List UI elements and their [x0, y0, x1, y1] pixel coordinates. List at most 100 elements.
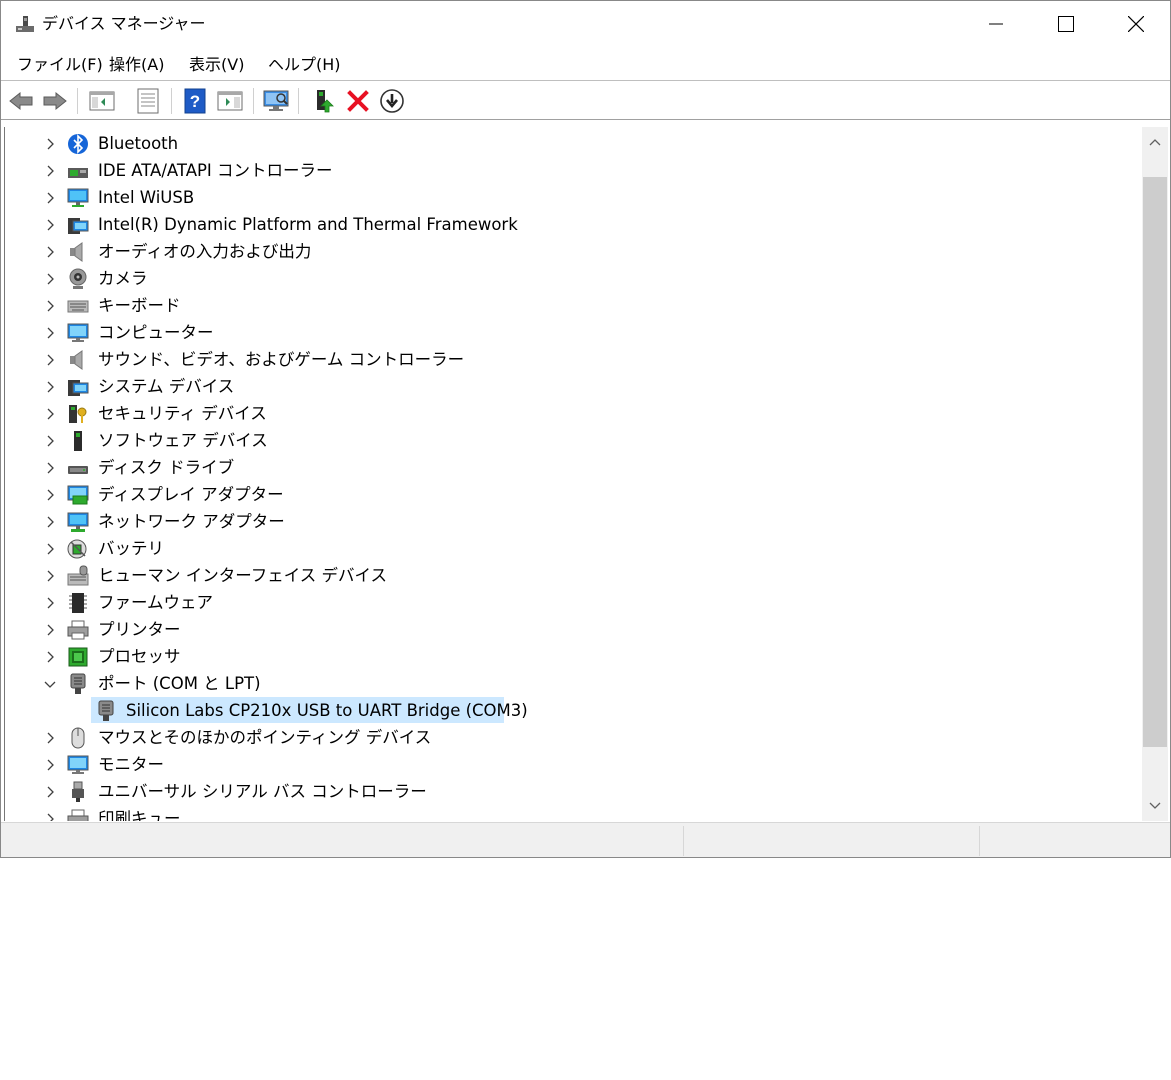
tree-item-label: ポート (COM と LPT) [98, 674, 261, 693]
speaker-icon [70, 242, 83, 262]
tree-category-item[interactable]: ポート (COM と LPT) [5, 670, 1144, 697]
back-button[interactable] [7, 87, 35, 115]
scan-hardware-icon [263, 90, 289, 111]
tree-category-item[interactable]: システム デバイス [5, 373, 1144, 400]
tree-category-item[interactable]: ヒューマン インターフェイス デバイス [5, 562, 1144, 589]
system-device-icon [68, 380, 89, 396]
tree-category-item[interactable]: モニター [5, 751, 1144, 778]
network-adapter-icon [67, 512, 89, 532]
tree-item-label: モニター [98, 755, 164, 774]
chevron-right-icon[interactable] [43, 569, 57, 583]
chevron-right-icon[interactable] [43, 650, 57, 664]
tree-category-item[interactable]: Intel(R) Dynamic Platform and Thermal Fr… [5, 211, 1144, 238]
show-action-pane-button[interactable] [216, 87, 244, 115]
security-key-icon [69, 405, 87, 423]
chevron-right-icon[interactable] [43, 785, 57, 799]
tree-category-item[interactable]: セキュリティ デバイス [5, 400, 1144, 427]
menu-action[interactable]: 操作(A) [109, 55, 164, 75]
chevron-right-icon[interactable] [43, 434, 57, 448]
maximize-icon [1058, 16, 1074, 32]
chevron-right-icon[interactable] [43, 218, 57, 232]
tree-category-item[interactable]: マウスとそのほかのポインティング デバイス [5, 724, 1144, 751]
tree-item-label: キーボード [98, 296, 181, 315]
tree-category-item[interactable]: オーディオの入力および出力 [5, 238, 1144, 265]
tree-category-item[interactable]: サウンド、ビデオ、およびゲーム コントローラー [5, 346, 1144, 373]
update-driver-icon [317, 90, 334, 113]
vertical-scrollbar[interactable] [1142, 127, 1168, 821]
status-bar [1, 822, 1170, 857]
chevron-right-icon[interactable] [43, 758, 57, 772]
chevron-right-icon[interactable] [43, 137, 57, 151]
chevron-right-icon[interactable] [43, 299, 57, 313]
chevron-right-icon[interactable] [43, 596, 57, 610]
tree-category-item[interactable]: ソフトウェア デバイス [5, 427, 1144, 454]
forward-button[interactable] [41, 87, 69, 115]
chevron-right-icon[interactable] [43, 407, 57, 421]
scroll-up-button[interactable] [1142, 127, 1168, 157]
maximize-button[interactable] [1031, 1, 1101, 47]
chevron-right-icon[interactable] [43, 353, 57, 367]
tree-item-label: カメラ [98, 269, 148, 288]
tree-category-item[interactable]: ファームウェア [5, 589, 1144, 616]
disable-device-button[interactable] [378, 87, 406, 115]
tree-category-item[interactable]: 印刷キュー [5, 805, 1144, 821]
minimize-button[interactable] [961, 1, 1031, 47]
tree-category-item[interactable]: プリンター [5, 616, 1144, 643]
tree-category-item[interactable]: ネットワーク アダプター [5, 508, 1144, 535]
device-manager-window: デバイス マネージャー ファイル(F) 操作(A) 表示(V) ヘルプ(H) ?… [0, 0, 1171, 858]
tree-category-item[interactable]: コンピューター [5, 319, 1144, 346]
tree-category-item[interactable]: カメラ [5, 265, 1144, 292]
uninstall-device-icon [347, 90, 369, 112]
chevron-right-icon[interactable] [43, 272, 57, 286]
chevron-right-icon[interactable] [43, 326, 57, 340]
menu-help[interactable]: ヘルプ(H) [268, 55, 341, 75]
tree-category-item[interactable]: ディスプレイ アダプター [5, 481, 1144, 508]
properties-button[interactable] [134, 87, 162, 115]
mouse-icon [71, 727, 85, 749]
tree-category-item[interactable]: Intel WiUSB [5, 184, 1144, 211]
update-driver-button[interactable] [309, 87, 337, 115]
status-pane [683, 826, 979, 856]
toolbar: ? [1, 82, 1170, 120]
chevron-right-icon[interactable] [43, 623, 57, 637]
tree-item-label: コンピューター [98, 323, 214, 342]
chevron-right-icon[interactable] [43, 164, 57, 178]
tree-category-item[interactable]: IDE ATA/ATAPI コントローラー [5, 157, 1144, 184]
tree-category-item[interactable]: キーボード [5, 292, 1144, 319]
tree-item-label: ディスク ドライブ [98, 458, 235, 477]
scroll-down-button[interactable] [1142, 791, 1168, 821]
show-hide-console-tree-button[interactable] [88, 87, 116, 115]
tree-category-item[interactable]: プロセッサ [5, 643, 1144, 670]
chevron-right-icon[interactable] [43, 515, 57, 529]
scroll-thumb[interactable] [1143, 177, 1167, 747]
menu-view[interactable]: 表示(V) [189, 55, 244, 75]
chevron-right-icon[interactable] [43, 542, 57, 556]
tree-category-item[interactable]: Bluetooth [5, 130, 1144, 157]
chevron-right-icon[interactable] [43, 461, 57, 475]
help-button[interactable]: ? [181, 87, 209, 115]
tree-item-label: プリンター [98, 620, 181, 639]
tree-item-label: マウスとそのほかのポインティング デバイス [98, 728, 432, 747]
chevron-right-icon[interactable] [43, 380, 57, 394]
tree-item-label: ヒューマン インターフェイス デバイス [98, 566, 388, 585]
chevron-right-icon[interactable] [43, 731, 57, 745]
tree-category-item[interactable]: バッテリ [5, 535, 1144, 562]
chevron-down-icon[interactable] [43, 677, 57, 691]
tree-child-item[interactable]: Silicon Labs CP210x USB to UART Bridge (… [5, 697, 1144, 724]
tree-item-label: Intel WiUSB [98, 188, 195, 207]
title-bar[interactable]: デバイス マネージャー [1, 1, 1170, 47]
chevron-right-icon[interactable] [43, 812, 57, 821]
close-button[interactable] [1101, 1, 1171, 47]
show-action-pane-icon [217, 91, 243, 111]
uninstall-device-button[interactable] [344, 87, 372, 115]
chevron-right-icon[interactable] [43, 191, 57, 205]
tree-item-label: ユニバーサル シリアル バス コントローラー [98, 782, 427, 801]
tree-category-item[interactable]: ユニバーサル シリアル バス コントローラー [5, 778, 1144, 805]
chevron-right-icon[interactable] [43, 488, 57, 502]
chevron-right-icon[interactable] [43, 245, 57, 259]
menu-file[interactable]: ファイル(F) [17, 55, 103, 75]
scan-hardware-button[interactable] [262, 87, 290, 115]
tree-category-item[interactable]: ディスク ドライブ [5, 454, 1144, 481]
network-monitor-icon [67, 188, 89, 207]
camera-icon [69, 268, 87, 289]
